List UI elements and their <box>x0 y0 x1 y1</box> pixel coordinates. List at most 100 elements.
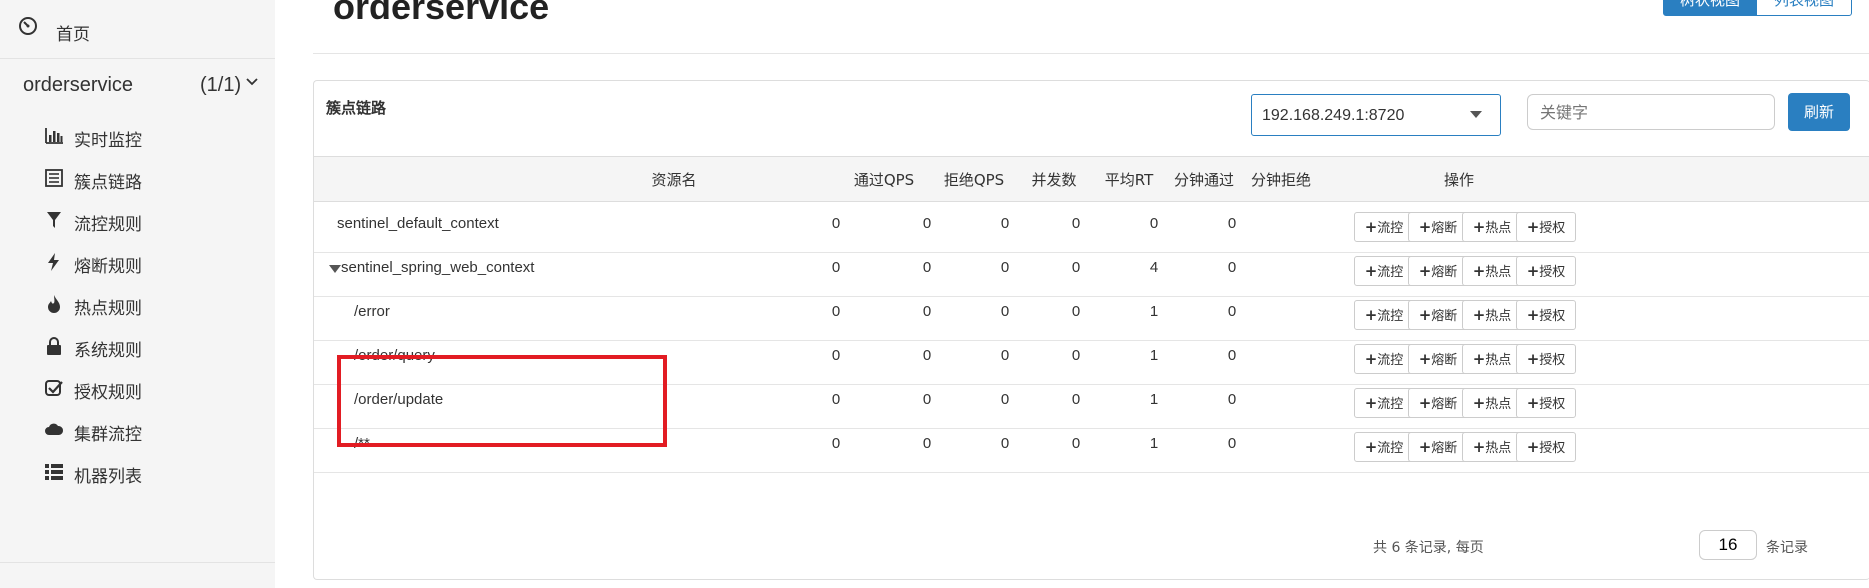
cell-block-qps: 0 <box>922 391 932 408</box>
keyword-search-input[interactable] <box>1527 94 1775 130</box>
sidebar-item-label: 流控规则 <box>74 215 142 235</box>
cell-minute-block: 0 <box>1227 303 1237 320</box>
auth-button[interactable]: +授权 <box>1516 432 1576 462</box>
plus-icon: + <box>1364 438 1378 456</box>
op-button-label: 熔断 <box>1431 265 1458 280</box>
caret-down-icon[interactable] <box>329 265 341 273</box>
plus-icon: + <box>1418 306 1432 324</box>
op-button-label: 授权 <box>1539 441 1566 456</box>
plus-icon: + <box>1472 218 1486 236</box>
cell-avg-rt: 0 <box>1071 391 1081 408</box>
flow-control-button[interactable]: +流控 <box>1354 300 1414 330</box>
plus-icon: + <box>1364 394 1378 412</box>
resource-panel: 簇点链路 192.168.249.1:8720 刷新 资源名 通过QPS 拒绝Q… <box>313 80 1869 580</box>
hotspot-button[interactable]: +热点 <box>1462 344 1522 374</box>
auth-button[interactable]: +授权 <box>1516 388 1576 418</box>
sidebar-item-label: 系统规则 <box>74 341 142 361</box>
cell-block-qps: 0 <box>922 435 932 452</box>
plus-icon: + <box>1418 218 1432 236</box>
sidebar-item-label: 簇点链路 <box>74 173 142 193</box>
op-button-label: 流控 <box>1377 309 1404 324</box>
filter-icon <box>44 210 64 230</box>
cell-concurrency: 0 <box>1000 435 1010 452</box>
sidebar-app-selector[interactable]: orderservice (1/1) <box>0 58 275 110</box>
op-button-label: 授权 <box>1539 397 1566 412</box>
list-icon <box>44 168 64 188</box>
cell-pass-qps: 0 <box>831 215 841 232</box>
auth-button[interactable]: +授权 <box>1516 300 1576 330</box>
sidebar-divider <box>0 562 275 563</box>
flow-control-button[interactable]: +流控 <box>1354 432 1414 462</box>
flow-control-button[interactable]: +流控 <box>1354 212 1414 242</box>
cell-minute-block: 0 <box>1227 215 1237 232</box>
panel-title: 簇点链路 <box>326 99 387 117</box>
cell-minute-block: 0 <box>1227 391 1237 408</box>
cell-minute-block: 0 <box>1227 347 1237 364</box>
degrade-button[interactable]: +熔断 <box>1408 344 1468 374</box>
auth-button[interactable]: +授权 <box>1516 344 1576 374</box>
plus-icon: + <box>1364 350 1378 368</box>
op-button-label: 熔断 <box>1431 397 1458 412</box>
hotspot-button[interactable]: +热点 <box>1462 300 1522 330</box>
th-concurrency: 并发数 <box>1031 171 1077 189</box>
op-button-label: 熔断 <box>1431 309 1458 324</box>
auth-button[interactable]: +授权 <box>1516 256 1576 286</box>
machine-select-value: 192.168.249.1:8720 <box>1262 107 1405 124</box>
table-header: 资源名 通过QPS 拒绝QPS 并发数 平均RT 分钟通过 分钟拒绝 操作 <box>314 156 1869 202</box>
sidebar-item-machine-list[interactable]: 机器列表 <box>0 448 275 498</box>
page-size-input[interactable] <box>1699 530 1757 560</box>
cell-pass-qps: 0 <box>831 391 841 408</box>
cell-pass-qps: 0 <box>831 435 841 452</box>
hotspot-button[interactable]: +热点 <box>1462 212 1522 242</box>
flow-control-button[interactable]: +流控 <box>1354 388 1414 418</box>
cell-avg-rt: 0 <box>1071 303 1081 320</box>
caret-down-icon <box>1470 111 1482 118</box>
cell-avg-rt: 0 <box>1071 259 1081 276</box>
cell-minute-pass: 0 <box>1149 215 1159 232</box>
cell-avg-rt: 0 <box>1071 215 1081 232</box>
op-button-label: 熔断 <box>1431 221 1458 236</box>
auth-button[interactable]: +授权 <box>1516 212 1576 242</box>
hotspot-button[interactable]: +热点 <box>1462 256 1522 286</box>
op-button-label: 授权 <box>1539 221 1566 236</box>
resource-name: sentinel_default_context <box>337 215 499 232</box>
refresh-button[interactable]: 刷新 <box>1788 93 1850 131</box>
plus-icon: + <box>1472 438 1486 456</box>
hotspot-button[interactable]: +热点 <box>1462 432 1522 462</box>
op-button-label: 热点 <box>1485 397 1512 412</box>
footer-suffix: 条记录 <box>1766 540 1808 556</box>
flow-control-button[interactable]: +流控 <box>1354 256 1414 286</box>
cell-concurrency: 0 <box>1000 259 1010 276</box>
footer-total-text: 共 6 条记录, 每页 <box>1373 540 1484 556</box>
machine-select[interactable]: 192.168.249.1:8720 <box>1251 94 1501 136</box>
op-button-label: 流控 <box>1377 265 1404 280</box>
sidebar: 首页 orderservice (1/1) 实时监控 簇点链路 流控规则 熔断规… <box>0 0 275 588</box>
sidebar-item-label: 热点规则 <box>74 299 142 319</box>
degrade-button[interactable]: +熔断 <box>1408 212 1468 242</box>
plus-icon: + <box>1472 394 1486 412</box>
cell-minute-pass: 1 <box>1149 347 1159 364</box>
cell-minute-block: 0 <box>1227 259 1237 276</box>
degrade-button[interactable]: +熔断 <box>1408 388 1468 418</box>
flow-control-button[interactable]: +流控 <box>1354 344 1414 374</box>
tree-view-button[interactable]: 树状视图 <box>1663 0 1757 16</box>
list-view-button[interactable]: 列表视图 <box>1756 0 1852 16</box>
cell-minute-pass: 4 <box>1149 259 1159 276</box>
sidebar-home-label: 首页 <box>56 25 90 45</box>
sidebar-item-label: 授权规则 <box>74 383 142 403</box>
th-operations: 操作 <box>1443 171 1474 189</box>
degrade-button[interactable]: +熔断 <box>1408 432 1468 462</box>
degrade-button[interactable]: +熔断 <box>1408 256 1468 286</box>
degrade-button[interactable]: +熔断 <box>1408 300 1468 330</box>
dashboard-icon <box>18 16 38 41</box>
check-square-icon <box>44 378 64 398</box>
title-divider <box>313 53 1869 54</box>
cell-minute-block: 0 <box>1227 435 1237 452</box>
sidebar-item-home[interactable]: 首页 <box>0 0 275 59</box>
fire-icon <box>44 294 64 314</box>
highlight-box <box>337 355 667 447</box>
plus-icon: + <box>1526 350 1540 368</box>
cell-pass-qps: 0 <box>831 303 841 320</box>
hotspot-button[interactable]: +热点 <box>1462 388 1522 418</box>
th-list-icon <box>44 462 64 482</box>
